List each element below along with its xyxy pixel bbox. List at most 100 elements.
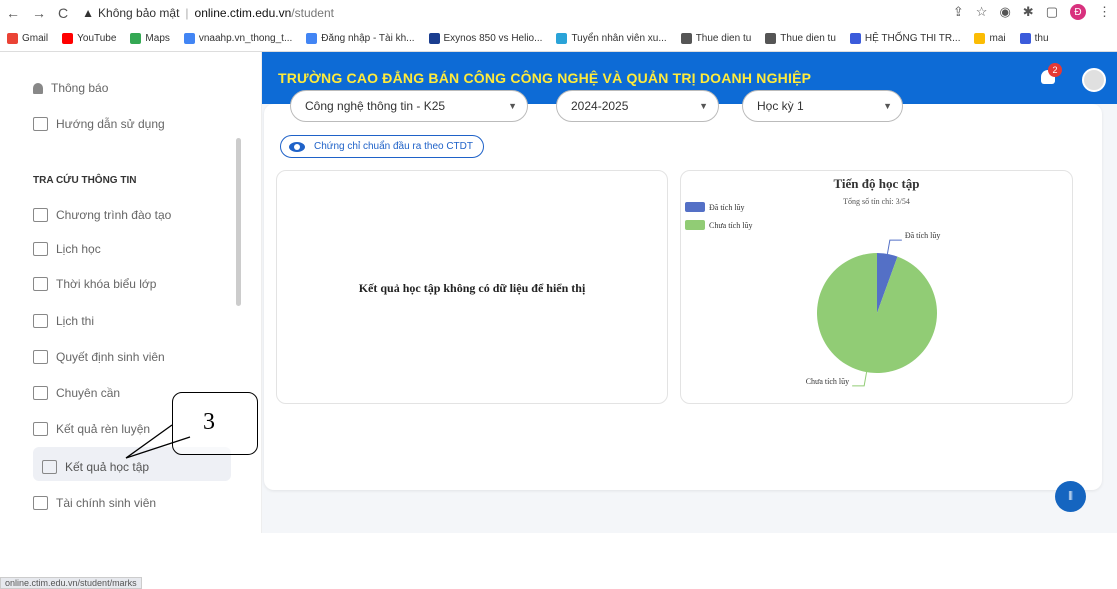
status-url: online.ctim.edu.vn/student/marks — [0, 577, 142, 589]
extension-icon[interactable]: ◉ — [999, 4, 1010, 20]
bookmark-item[interactable]: YouTube — [55, 33, 123, 44]
conduct-icon — [33, 422, 48, 436]
warning-icon: ▲ — [82, 6, 95, 20]
empty-results-message: Kết quả học tập không có dữ liệu để hiển… — [358, 281, 586, 295]
sidebar-item-attendance[interactable]: Chuyên cần — [33, 386, 120, 400]
attendance-icon — [33, 386, 48, 400]
star-icon[interactable]: ☆ — [976, 4, 988, 20]
puzzle-icon[interactable]: ✱ — [1023, 4, 1034, 20]
cert-button-label: Chứng chỉ chuẩn đầu ra theo CTDT — [314, 141, 473, 152]
browser-toolbar: ← → C ▲ Không bảo mật | online.ctim.edu.… — [0, 0, 1117, 26]
bookmark-item[interactable]: Thue dien tu — [758, 33, 843, 44]
security-label: Không bảo mật — [98, 6, 180, 20]
bookmark-icon — [849, 33, 861, 44]
year-select-value: 2024-2025 — [571, 99, 629, 113]
sidebar-item-label: Thời khóa biểu lớp — [56, 277, 157, 291]
bookmark-item[interactable]: vnaahp.vn_thong_t... — [177, 33, 299, 44]
back-icon[interactable]: ← — [6, 5, 20, 21]
sidebar-item-label: Chuyên cần — [56, 386, 121, 400]
semester-select[interactable]: Học kỳ 1 ▼ — [742, 90, 903, 122]
bookmark-label: Thue dien tu — [695, 33, 752, 44]
sidebar-item-finance[interactable]: Tài chính sinh viên — [33, 496, 156, 510]
pie-slice-1[interactable] — [817, 253, 937, 373]
program-select[interactable]: Công nghệ thông tin - K25 ▼ — [290, 90, 528, 122]
reload-icon[interactable]: C — [58, 5, 68, 21]
year-select[interactable]: 2024-2025 ▼ — [556, 90, 719, 122]
bookmark-item[interactable]: HỆ THỐNG THI TR... — [843, 33, 968, 44]
sidebar-item-curriculum[interactable]: Chương trình đào tạo — [33, 208, 171, 222]
guide-icon — [33, 117, 48, 131]
bookmark-item[interactable]: Maps — [123, 33, 176, 44]
sidebar-item-notifications[interactable]: Thông báo — [33, 81, 108, 95]
forward-icon[interactable]: → — [32, 5, 46, 21]
bookmark-item[interactable]: Đăng nhập - Tài kh... — [299, 33, 421, 44]
sidebar-item-study-result[interactable]: Kết quả học tập — [42, 460, 149, 474]
bookmark-item[interactable]: thu — [1013, 33, 1056, 44]
exam-calendar-icon — [33, 314, 48, 328]
bookmark-icon — [1019, 33, 1031, 44]
user-avatar[interactable] — [1082, 68, 1106, 92]
sidebar-item-label: Chương trình đào tạo — [56, 208, 172, 222]
bookmark-label: Maps — [145, 33, 170, 44]
bookmark-icon — [62, 33, 74, 44]
bookmark-icon — [130, 33, 142, 44]
cert-button[interactable]: Chứng chỉ chuẩn đầu ra theo CTDT — [280, 135, 484, 158]
calendar-icon — [33, 242, 48, 256]
notification-badge: 2 — [1048, 63, 1062, 77]
url-path: /student — [291, 6, 334, 20]
sidebar-item-exam-calendar[interactable]: Lịch thi — [33, 314, 94, 328]
chevron-down-icon: ▼ — [699, 101, 708, 111]
progress-pie-chart: Đã tích lũy Chưa tích lũy — [806, 231, 940, 387]
share-icon[interactable]: ⇪ — [953, 4, 964, 20]
sidebar-item-label: Lịch học — [56, 242, 101, 256]
profile-avatar[interactable]: Đ — [1070, 4, 1086, 20]
sidebar-item-label: Kết quả rèn luyện — [56, 422, 151, 436]
bookmark-label: YouTube — [77, 33, 117, 44]
results-panel: Kết quả học tập không có dữ liệu để hiển… — [276, 170, 668, 404]
bookmarks-bar: Gmail YouTube Maps vnaahp.vn_thong_t... Đăng… — [0, 26, 1117, 52]
semester-select-value: Học kỳ 1 — [757, 99, 804, 113]
bookmark-icon — [680, 33, 692, 44]
bookmark-label: Thue dien tu — [780, 33, 836, 44]
progress-chart-panel: Tiến độ học tập Tổng số tín chỉ: 3/54 Đã… — [680, 170, 1073, 404]
chevron-down-icon: ▼ — [883, 101, 892, 111]
eye-icon — [289, 141, 305, 152]
sidebar-item-label: Tài chính sinh viên — [56, 496, 157, 510]
sidebar-item-calendar[interactable]: Lịch học — [33, 242, 101, 256]
bookmark-icon — [183, 33, 195, 44]
settings-fab[interactable]: ⫼ — [1055, 481, 1086, 512]
sidebar-item-timetable[interactable]: Thời khóa biểu lớp — [33, 277, 156, 291]
url-host: online.ctim.edu.vn — [194, 6, 292, 20]
bookmark-item[interactable]: Thue dien tu — [674, 33, 759, 44]
main-content: Công nghệ thông tin - K25 ▼ 2024-2025 ▼ … — [262, 90, 1117, 533]
bookmark-icon — [428, 33, 440, 44]
bookmark-item[interactable]: mai — [967, 33, 1012, 44]
bookmark-label: vnaahp.vn_thong_t... — [198, 33, 293, 44]
pie-label-line-0 — [886, 239, 902, 254]
bookmark-label: Exynos 850 vs Helio... — [443, 33, 543, 44]
sidebar-item-label: Kết quả học tập — [65, 460, 150, 474]
sidebar: Thông báo Hướng dẫn sử dụng TRA CỨU THÔN… — [0, 52, 262, 589]
bookmark-label: thu — [1034, 33, 1049, 44]
results-card: Công nghệ thông tin - K25 ▼ 2024-2025 ▼ … — [264, 90, 1102, 490]
sidebar-item-guide[interactable]: Hướng dẫn sử dụng — [33, 117, 165, 131]
bookmark-item[interactable]: Tuyển nhân viên xu... — [549, 33, 673, 44]
bookmark-label: Tuyển nhân viên xu... — [571, 33, 667, 44]
bookmark-label: Gmail — [22, 33, 49, 44]
annotation-callout — [172, 392, 258, 455]
sidebar-item-conduct[interactable]: Kết quả rèn luyện — [33, 422, 150, 436]
decision-icon — [33, 350, 48, 364]
window-icon[interactable]: ▢ — [1046, 4, 1058, 20]
sidebar-scrollbar[interactable] — [236, 138, 241, 306]
bookmark-item[interactable]: Gmail — [0, 33, 55, 44]
curriculum-icon — [33, 208, 48, 222]
address-bar[interactable]: ▲ Không bảo mật | online.ctim.edu.vn /st… — [82, 6, 334, 20]
sliders-icon: ⫼ — [1068, 491, 1073, 502]
pie-label-line-1 — [852, 372, 868, 387]
sidebar-item-decision[interactable]: Quyết định sinh viên — [33, 350, 165, 364]
address-separator: | — [185, 6, 189, 20]
menu-icon[interactable]: ⋮ — [1098, 4, 1111, 20]
sidebar-item-label: Hướng dẫn sử dụng — [56, 117, 165, 131]
bell-icon — [33, 82, 43, 94]
bookmark-item[interactable]: Exynos 850 vs Helio... — [422, 33, 550, 44]
